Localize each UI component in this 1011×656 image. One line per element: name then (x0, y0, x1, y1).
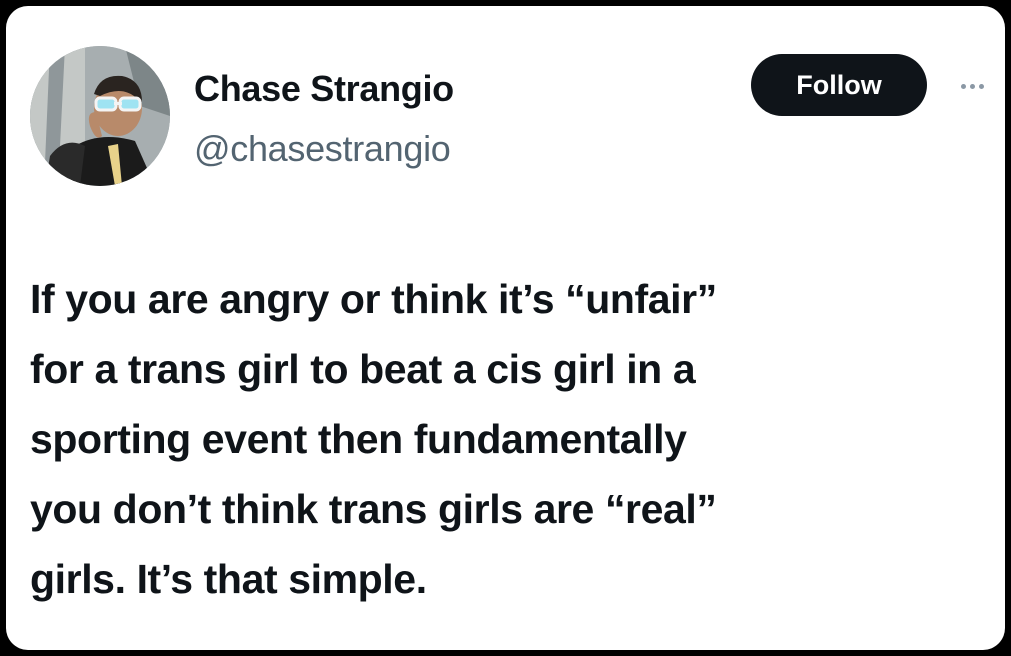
ellipsis-icon[interactable] (950, 76, 994, 96)
tweet-text: If you are angry or think it’s “unfair” … (30, 264, 990, 614)
profile-photo-icon (30, 46, 170, 186)
follow-button[interactable]: Follow (751, 54, 927, 116)
tweet-text-line: If you are angry or think it’s “unfair” (30, 276, 717, 322)
tweet-card: Chase Strangio @chasestrangio Follow If … (6, 6, 1005, 650)
ellipsis-dot (969, 83, 975, 89)
author-handle[interactable]: @chasestrangio (194, 128, 451, 170)
tweet-text-line: for a trans girl to beat a cis girl in a (30, 346, 696, 392)
tweet-text-line: sporting event then fundamentally (30, 416, 687, 462)
screenshot-frame: Chase Strangio @chasestrangio Follow If … (0, 0, 1011, 656)
author-display-name[interactable]: Chase Strangio (194, 68, 454, 110)
tweet-text-line: you don’t think trans girls are “real” (30, 486, 717, 532)
ellipsis-dot (960, 83, 966, 89)
avatar[interactable] (30, 46, 170, 186)
ellipsis-dot (978, 83, 984, 89)
tweet-text-line: girls. It’s that simple. (30, 556, 427, 602)
